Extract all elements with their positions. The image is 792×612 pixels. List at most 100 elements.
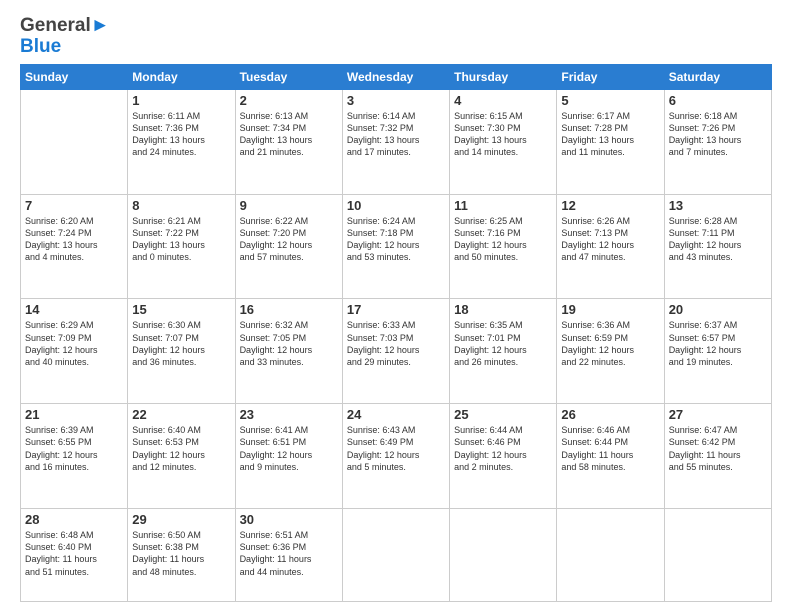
col-saturday: Saturday <box>664 64 771 89</box>
day-number: 25 <box>454 407 552 422</box>
daylight-hours: Sunrise: 6:48 AM Sunset: 6:40 PM Dayligh… <box>25 529 123 578</box>
daylight-hours: Sunrise: 6:39 AM Sunset: 6:55 PM Dayligh… <box>25 424 123 473</box>
table-row <box>664 509 771 602</box>
table-row: 29 Sunrise: 6:50 AM Sunset: 6:38 PM Dayli… <box>128 509 235 602</box>
daylight-hours: Sunrise: 6:11 AM Sunset: 7:36 PM Dayligh… <box>132 110 230 159</box>
table-row: 8 Sunrise: 6:21 AM Sunset: 7:22 PM Daylig… <box>128 194 235 299</box>
table-row: 20 Sunrise: 6:37 AM Sunset: 6:57 PM Dayli… <box>664 299 771 404</box>
calendar-row-1: 7Sunrise: 6:20 AM Sunset: 7:24 PM Daylig… <box>21 194 772 299</box>
day-number: 8 <box>132 198 230 213</box>
day-number: 23 <box>240 407 338 422</box>
day-number: 6 <box>669 93 767 108</box>
page: General► Blue Sunday Monday Tuesday Wedn… <box>0 0 792 612</box>
daylight-hours: Sunrise: 6:28 AM Sunset: 7:11 PM Dayligh… <box>669 215 767 264</box>
day-number: 19 <box>561 302 659 317</box>
calendar-row-2: 14 Sunrise: 6:29 AM Sunset: 7:09 PM Dayli… <box>21 299 772 404</box>
col-friday: Friday <box>557 64 664 89</box>
daylight-hours: Sunrise: 6:32 AM Sunset: 7:05 PM Dayligh… <box>240 319 338 368</box>
table-row: 23 Sunrise: 6:41 AM Sunset: 6:51 PM Dayli… <box>235 404 342 509</box>
col-thursday: Thursday <box>450 64 557 89</box>
daylight-hours: Sunrise: 6:46 AM Sunset: 6:44 PM Dayligh… <box>561 424 659 473</box>
table-row: 14 Sunrise: 6:29 AM Sunset: 7:09 PM Dayli… <box>21 299 128 404</box>
logo-line1: General► <box>20 16 110 37</box>
table-row <box>342 509 449 602</box>
day-number: 7 <box>25 198 123 213</box>
daylight-hours: Sunrise: 6:24 AM Sunset: 7:18 PM Dayligh… <box>347 215 445 264</box>
table-row: 28 Sunrise: 6:48 AM Sunset: 6:40 PM Dayli… <box>21 509 128 602</box>
table-row: 3 Sunrise: 6:14 AM Sunset: 7:32 PM Daylig… <box>342 89 449 194</box>
table-row: 19 Sunrise: 6:36 AM Sunset: 6:59 PM Dayli… <box>557 299 664 404</box>
table-row: 5Sunrise: 6:17 AM Sunset: 7:28 PM Daylig… <box>557 89 664 194</box>
day-number: 9 <box>240 198 338 213</box>
table-row <box>21 89 128 194</box>
day-header-row: Sunday Monday Tuesday Wednesday Thursday… <box>21 64 772 89</box>
table-row: 27 Sunrise: 6:47 AM Sunset: 6:42 PM Dayli… <box>664 404 771 509</box>
daylight-hours: Sunrise: 6:43 AM Sunset: 6:49 PM Dayligh… <box>347 424 445 473</box>
daylight-hours: Sunrise: 6:25 AM Sunset: 7:16 PM Dayligh… <box>454 215 552 264</box>
daylight-hours: Sunrise: 6:37 AM Sunset: 6:57 PM Dayligh… <box>669 319 767 368</box>
daylight-hours: Sunrise: 6:21 AM Sunset: 7:22 PM Dayligh… <box>132 215 230 264</box>
calendar-row-4: 28 Sunrise: 6:48 AM Sunset: 6:40 PM Dayli… <box>21 509 772 602</box>
day-number: 13 <box>669 198 767 213</box>
col-monday: Monday <box>128 64 235 89</box>
day-number: 30 <box>240 512 338 527</box>
table-row: 24 Sunrise: 6:43 AM Sunset: 6:49 PM Dayli… <box>342 404 449 509</box>
daylight-hours: Sunrise: 6:18 AM Sunset: 7:26 PM Dayligh… <box>669 110 767 159</box>
daylight-hours: Sunrise: 6:13 AM Sunset: 7:34 PM Dayligh… <box>240 110 338 159</box>
daylight-hours: Sunrise: 6:35 AM Sunset: 7:01 PM Dayligh… <box>454 319 552 368</box>
daylight-hours: Sunrise: 6:15 AM Sunset: 7:30 PM Dayligh… <box>454 110 552 159</box>
table-row <box>557 509 664 602</box>
daylight-hours: Sunrise: 6:14 AM Sunset: 7:32 PM Dayligh… <box>347 110 445 159</box>
table-row: 2 Sunrise: 6:13 AM Sunset: 7:34 PM Daylig… <box>235 89 342 194</box>
daylight-hours: Sunrise: 6:44 AM Sunset: 6:46 PM Dayligh… <box>454 424 552 473</box>
table-row: 1 Sunrise: 6:11 AM Sunset: 7:36 PM Daylig… <box>128 89 235 194</box>
table-row: 9 Sunrise: 6:22 AM Sunset: 7:20 PM Daylig… <box>235 194 342 299</box>
table-row: 13 Sunrise: 6:28 AM Sunset: 7:11 PM Dayli… <box>664 194 771 299</box>
day-number: 22 <box>132 407 230 422</box>
table-row: 25 Sunrise: 6:44 AM Sunset: 6:46 PM Dayli… <box>450 404 557 509</box>
daylight-hours: Sunrise: 6:36 AM Sunset: 6:59 PM Dayligh… <box>561 319 659 368</box>
logo-line2: Blue <box>20 37 110 58</box>
table-row: 10 Sunrise: 6:24 AM Sunset: 7:18 PM Dayli… <box>342 194 449 299</box>
daylight-hours: Sunrise: 6:22 AM Sunset: 7:20 PM Dayligh… <box>240 215 338 264</box>
daylight-hours: Sunrise: 6:51 AM Sunset: 6:36 PM Dayligh… <box>240 529 338 578</box>
day-number: 4 <box>454 93 552 108</box>
table-row: 4 Sunrise: 6:15 AM Sunset: 7:30 PM Daylig… <box>450 89 557 194</box>
table-row: 7Sunrise: 6:20 AM Sunset: 7:24 PM Daylig… <box>21 194 128 299</box>
header: General► Blue <box>20 16 772 58</box>
day-number: 27 <box>669 407 767 422</box>
table-row <box>450 509 557 602</box>
day-number: 3 <box>347 93 445 108</box>
table-row: 21Sunrise: 6:39 AM Sunset: 6:55 PM Dayli… <box>21 404 128 509</box>
daylight-hours: Sunrise: 6:33 AM Sunset: 7:03 PM Dayligh… <box>347 319 445 368</box>
day-number: 14 <box>25 302 123 317</box>
day-number: 16 <box>240 302 338 317</box>
daylight-hours: Sunrise: 6:47 AM Sunset: 6:42 PM Dayligh… <box>669 424 767 473</box>
table-row: 22Sunrise: 6:40 AM Sunset: 6:53 PM Dayli… <box>128 404 235 509</box>
daylight-hours: Sunrise: 6:29 AM Sunset: 7:09 PM Dayligh… <box>25 319 123 368</box>
day-number: 17 <box>347 302 445 317</box>
day-number: 24 <box>347 407 445 422</box>
day-number: 28 <box>25 512 123 527</box>
day-number: 12 <box>561 198 659 213</box>
table-row: 11Sunrise: 6:25 AM Sunset: 7:16 PM Dayli… <box>450 194 557 299</box>
table-row: 12Sunrise: 6:26 AM Sunset: 7:13 PM Dayli… <box>557 194 664 299</box>
day-number: 1 <box>132 93 230 108</box>
logo: General► Blue <box>20 16 110 58</box>
day-number: 18 <box>454 302 552 317</box>
day-number: 15 <box>132 302 230 317</box>
daylight-hours: Sunrise: 6:30 AM Sunset: 7:07 PM Dayligh… <box>132 319 230 368</box>
table-row: 15 Sunrise: 6:30 AM Sunset: 7:07 PM Dayli… <box>128 299 235 404</box>
day-number: 5 <box>561 93 659 108</box>
day-number: 29 <box>132 512 230 527</box>
day-number: 2 <box>240 93 338 108</box>
calendar-row-3: 21Sunrise: 6:39 AM Sunset: 6:55 PM Dayli… <box>21 404 772 509</box>
day-number: 20 <box>669 302 767 317</box>
calendar-row-0: 1 Sunrise: 6:11 AM Sunset: 7:36 PM Daylig… <box>21 89 772 194</box>
daylight-hours: Sunrise: 6:41 AM Sunset: 6:51 PM Dayligh… <box>240 424 338 473</box>
day-number: 10 <box>347 198 445 213</box>
table-row: 16 Sunrise: 6:32 AM Sunset: 7:05 PM Dayli… <box>235 299 342 404</box>
table-row: 30 Sunrise: 6:51 AM Sunset: 6:36 PM Dayli… <box>235 509 342 602</box>
col-tuesday: Tuesday <box>235 64 342 89</box>
daylight-hours: Sunrise: 6:50 AM Sunset: 6:38 PM Dayligh… <box>132 529 230 578</box>
